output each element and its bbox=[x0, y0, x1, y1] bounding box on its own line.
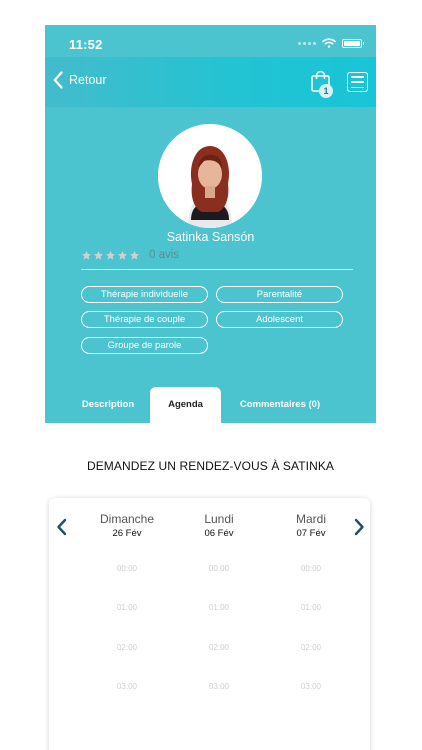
tag-groupe-de-parole[interactable]: Groupe de parole bbox=[81, 337, 208, 354]
star-icon bbox=[105, 250, 116, 260]
time-slot[interactable]: 03:00 bbox=[97, 682, 157, 691]
day-name: Dimanche bbox=[99, 512, 155, 526]
menu-line bbox=[351, 86, 364, 88]
reviews-count: 0 avis bbox=[149, 249, 180, 261]
agenda-calendar: Dimanche 26 Fév Lundi 06 Fév Mardi 07 Fé… bbox=[49, 498, 370, 750]
chevron-left-icon[interactable] bbox=[55, 518, 69, 536]
chevron-left-icon bbox=[53, 71, 63, 89]
rating-stars bbox=[81, 250, 140, 261]
time-slot[interactable]: 00:00 bbox=[189, 564, 249, 573]
menu-button[interactable] bbox=[347, 72, 368, 92]
day-date: 26 Fév bbox=[112, 528, 142, 539]
time-slot[interactable]: 00:00 bbox=[97, 564, 157, 573]
day-column-1: Lundi 06 Fév bbox=[179, 512, 259, 539]
time-slot[interactable]: 01:00 bbox=[97, 603, 157, 612]
time-slot[interactable]: 01:00 bbox=[189, 603, 249, 612]
day-column-2: Mardi 07 Fév bbox=[271, 512, 351, 539]
therapist-photo bbox=[158, 124, 262, 228]
tag-parentalite[interactable]: Parentalité bbox=[216, 286, 343, 303]
menu-line bbox=[351, 81, 364, 83]
tag-therapie-de-couple[interactable]: Thérapie de couple bbox=[81, 311, 208, 328]
status-bar: 11:52 bbox=[45, 25, 376, 57]
time-slot[interactable]: 03:00 bbox=[281, 682, 341, 691]
time-slot[interactable]: 01:00 bbox=[281, 603, 341, 612]
star-icon bbox=[129, 250, 140, 260]
day-date: 06 Fév bbox=[204, 528, 234, 539]
therapist-name: Satinka Sansón bbox=[166, 230, 255, 244]
tab-description[interactable]: Description bbox=[65, 387, 151, 423]
time-slot[interactable]: 03:00 bbox=[189, 682, 249, 691]
tab-agenda[interactable]: Agenda bbox=[150, 387, 221, 423]
time-slot[interactable]: 02:00 bbox=[97, 643, 157, 652]
nav-bar: Retour 1 bbox=[45, 57, 376, 107]
day-name: Lundi bbox=[204, 512, 234, 526]
chevron-right-icon[interactable] bbox=[352, 518, 366, 536]
time-slot[interactable]: 02:00 bbox=[281, 643, 341, 652]
rating: 0 avis bbox=[81, 249, 179, 261]
menu-line bbox=[351, 76, 364, 78]
star-icon bbox=[93, 250, 104, 260]
battery-icon bbox=[342, 38, 364, 48]
wifi-icon bbox=[322, 38, 336, 48]
agenda-title: DEMANDEZ UN RENDEZ-VOUS À SATINKA bbox=[86, 459, 335, 473]
divider bbox=[81, 269, 353, 270]
profile-header: 11:52 Retour 1 Satinka Sansón 0 avis Thé… bbox=[45, 25, 376, 423]
time-slot[interactable]: 00:00 bbox=[281, 564, 341, 573]
therapist-avatar bbox=[158, 124, 262, 228]
back-button[interactable]: Retour bbox=[53, 71, 107, 89]
app-screen: 11:52 Retour 1 Satinka Sansón 0 avis Thé… bbox=[45, 25, 376, 750]
cart-count-badge: 1 bbox=[319, 84, 333, 98]
tag-adolescent[interactable]: Adolescent bbox=[216, 311, 343, 328]
profile-tabs: Description Agenda Commentaires (0) bbox=[45, 387, 376, 423]
status-time: 11:52 bbox=[69, 37, 103, 52]
star-icon bbox=[117, 250, 128, 260]
time-slot[interactable]: 02:00 bbox=[189, 643, 249, 652]
day-date: 07 Fév bbox=[296, 528, 326, 539]
tag-therapie-individuelle[interactable]: Thérapie individuelle bbox=[81, 286, 208, 303]
day-column-0: Dimanche 26 Fév bbox=[87, 512, 167, 539]
signal-icon bbox=[298, 41, 316, 45]
status-icons bbox=[298, 38, 364, 48]
back-label: Retour bbox=[69, 73, 107, 87]
day-name: Mardi bbox=[295, 512, 326, 526]
tab-commentaires[interactable]: Commentaires (0) bbox=[228, 387, 332, 423]
star-icon bbox=[81, 250, 92, 260]
